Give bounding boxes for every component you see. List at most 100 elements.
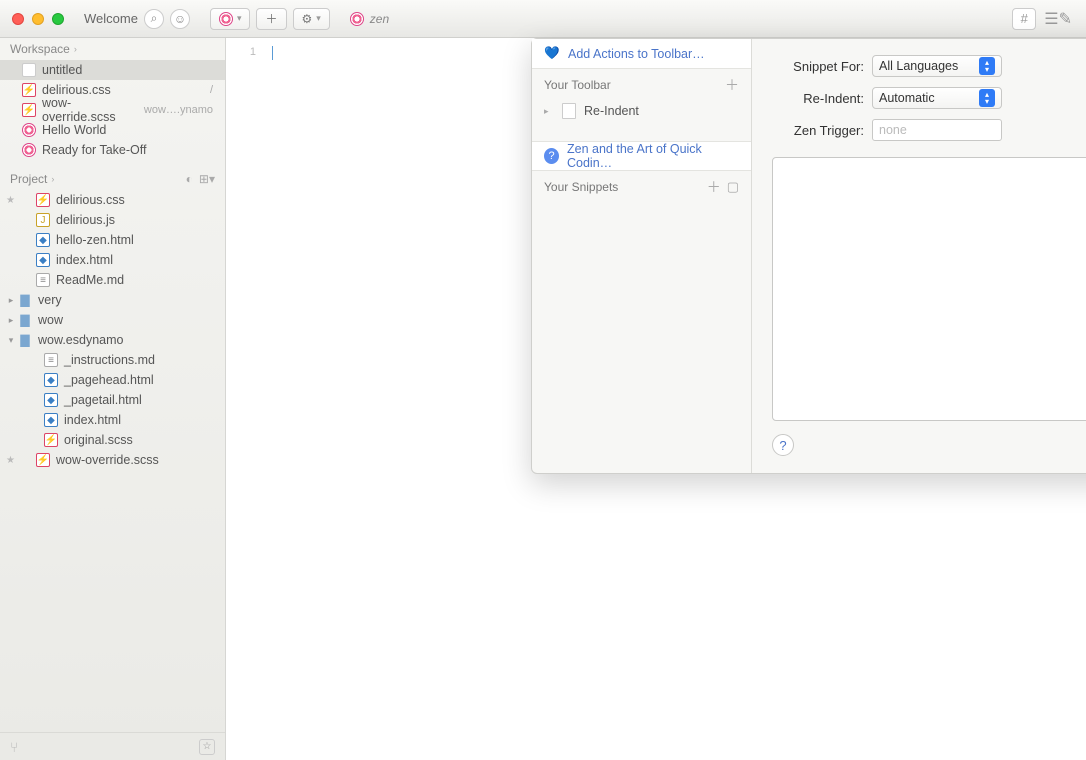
add-actions-link[interactable]: 💙 Add Actions to Toolbar… <box>532 39 751 69</box>
sidebar: Workspace › untitled ⚡ delirious.css / ⚡wow-… <box>0 38 226 760</box>
project-file-item[interactable]: ★⚡wow-override.scss <box>0 450 225 470</box>
star-outline-icon[interactable]: ☆ <box>199 739 215 755</box>
grid-dropdown-icon[interactable]: ⊞▾ <box>199 172 215 186</box>
document-icon <box>562 103 576 119</box>
disclosure-icon[interactable]: ▾ <box>6 335 16 346</box>
toolbar-item-row[interactable]: ▸ Re-Indent <box>532 101 751 121</box>
snippet-for-select[interactable]: All Languages ▴▾ <box>872 55 1002 77</box>
select-arrows-icon: ▴▾ <box>979 57 995 75</box>
zen-help-link[interactable]: ? Zen and the Art of Quick Codin… <box>532 141 751 171</box>
add-toolbar-item-button[interactable]: ＋ <box>725 75 739 95</box>
add-actions-label: Add Actions to Toolbar… <box>568 47 705 61</box>
workspace-file-item[interactable]: Ready for Take-Off <box>0 140 225 160</box>
folder-icon: ▇ <box>18 313 32 327</box>
toolbar-item-label: Re-Indent <box>584 104 639 118</box>
folder-icon: ▇ <box>18 333 32 347</box>
titlebar: Welcome ⌕ ☺ ▾ ＋ ⚙ ▾ zen # ☰✎ <box>0 0 1086 38</box>
project-section-header[interactable]: Project › ◐ ⊞▾ <box>0 168 225 190</box>
project-file-item[interactable]: ◆ _pagehead.html <box>0 370 225 390</box>
disclosure-icon[interactable]: ▸ <box>6 295 16 306</box>
settings-sliders-icon[interactable]: ☰✎ <box>1044 9 1072 29</box>
project-folder-item[interactable]: ▾▇wow.esdynamo <box>0 330 225 350</box>
workspace-file-item[interactable]: untitled <box>0 60 225 80</box>
toolbar-right: # ☰✎ <box>1012 8 1086 30</box>
reindent-select[interactable]: Automatic ▴▾ <box>872 87 1002 109</box>
toolbar-middle: ▾ ＋ ⚙ ▾ zen <box>210 8 389 30</box>
toolbar-search[interactable]: zen <box>350 12 389 26</box>
snippet-textarea[interactable] <box>772 157 1086 421</box>
branch-icon[interactable]: ⑂ <box>10 739 18 755</box>
add-snippet-button[interactable]: ＋ <box>707 177 721 197</box>
file-name: delirious.js <box>56 213 115 227</box>
file-name: untitled <box>42 63 82 77</box>
file-name: _pagehead.html <box>64 373 154 387</box>
project-file-item[interactable]: ★ ⚡ delirious.css <box>0 190 225 210</box>
star-icon: ★ <box>6 455 15 466</box>
popover-right-panel: Snippet For: All Languages ▴▾ Re-Indent:… <box>752 39 1086 473</box>
text-cursor <box>272 46 273 60</box>
safari-icon <box>22 123 36 137</box>
file-tail: wow….ynamo <box>144 104 217 116</box>
hash-button[interactable]: # <box>1012 8 1036 30</box>
help-button[interactable]: ? <box>772 434 794 456</box>
project-file-item[interactable]: Jdelirious.js <box>0 210 225 230</box>
zen-help-label: Zen and the Art of Quick Codin… <box>567 142 739 170</box>
your-toolbar-section: Your Toolbar ＋ <box>532 69 751 101</box>
compass-icon <box>219 12 233 26</box>
star-icon: ★ <box>6 195 15 206</box>
reindent-value: Automatic <box>879 91 935 105</box>
project-file-item[interactable]: ◆index.html <box>0 250 225 270</box>
search-text: zen <box>370 12 389 26</box>
file-name: Ready for Take-Off <box>42 143 146 157</box>
window-tab-title[interactable]: Welcome <box>84 11 138 26</box>
project-file-item[interactable]: ◆ index.html <box>0 410 225 430</box>
safari-icon <box>22 143 36 157</box>
search-icon[interactable]: ⌕ <box>144 9 164 29</box>
folder-icon: ▇ <box>18 293 32 307</box>
html-icon: ◆ <box>44 413 58 427</box>
file-tail: / <box>210 84 217 96</box>
html-icon: ◆ <box>44 373 58 387</box>
traffic-lights <box>0 13 64 25</box>
compass-icon <box>350 12 364 26</box>
project-file-item[interactable]: ⚡original.scss <box>0 430 225 450</box>
zen-trigger-input[interactable]: none <box>872 119 1002 141</box>
doc-icon <box>22 63 36 77</box>
html-icon: ◆ <box>44 393 58 407</box>
workspace-file-item[interactable]: ⚡wow-override.scsswow….ynamo <box>0 100 225 120</box>
md-icon: ≡ <box>44 353 58 367</box>
workspace-section-header[interactable]: Workspace › <box>0 38 225 60</box>
project-file-item[interactable]: ◆_pagetail.html <box>0 390 225 410</box>
folder-outline-icon[interactable]: ▢ <box>727 179 739 195</box>
css-icon: ⚡ <box>36 193 50 207</box>
project-file-item[interactable]: ≡_instructions.md <box>0 350 225 370</box>
workspace-label: Workspace <box>10 42 70 56</box>
smiley-icon[interactable]: ☺ <box>170 9 190 29</box>
file-name: hello-zen.html <box>56 233 134 247</box>
folder-name: very <box>38 293 62 307</box>
editor-area[interactable]: 1 💙 Add Actions to Toolbar… Your Toolbar… <box>226 38 1086 760</box>
project-label: Project <box>10 172 47 186</box>
question-icon: ? <box>544 148 559 164</box>
minimize-window-button[interactable] <box>32 13 44 25</box>
line-number: 1 <box>250 46 256 58</box>
project-file-item[interactable]: ◆hello-zen.html <box>0 230 225 250</box>
disclosure-icon: ▸ <box>544 106 554 117</box>
snippet-popover: 💙 Add Actions to Toolbar… Your Toolbar ＋… <box>531 38 1086 474</box>
filter-icon[interactable]: ◐ <box>186 172 193 186</box>
gear-dropdown-button[interactable]: ⚙ ▾ <box>293 8 330 30</box>
select-arrows-icon: ▴▾ <box>979 89 995 107</box>
file-name: index.html <box>64 413 121 427</box>
add-tab-button[interactable]: ＋ <box>256 8 286 30</box>
html-icon: ◆ <box>36 253 50 267</box>
md-icon: ≡ <box>36 273 50 287</box>
close-window-button[interactable] <box>12 13 24 25</box>
file-name: delirious.css <box>56 193 125 207</box>
disclosure-icon[interactable]: ▸ <box>6 315 16 326</box>
zoom-window-button[interactable] <box>52 13 64 25</box>
project-folder-item[interactable]: ▸▇ very <box>0 290 225 310</box>
css-icon: ⚡ <box>22 103 36 117</box>
project-folder-item[interactable]: ▸▇wow <box>0 310 225 330</box>
nav-dropdown-button[interactable]: ▾ <box>210 8 251 30</box>
project-file-item[interactable]: ≡ReadMe.md <box>0 270 225 290</box>
